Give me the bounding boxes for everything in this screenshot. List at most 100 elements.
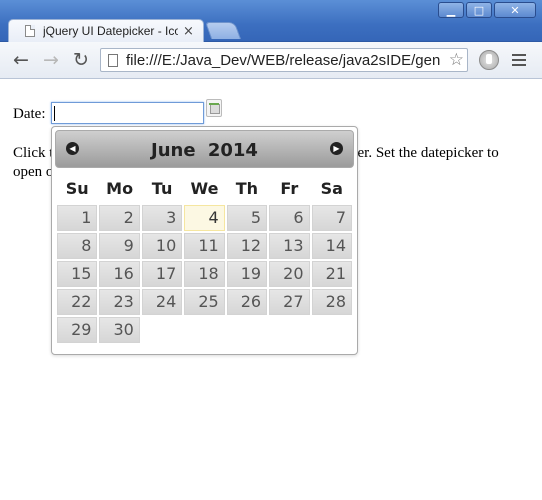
weekday-header-row: Su Mo Tu We Th Fr Sa: [57, 173, 352, 203]
window-titlebar: ▁ □ ✕ jQuery UI Datepicker - Icon ×: [0, 0, 542, 42]
calendar-cell: 14: [311, 233, 352, 259]
calendar-cell: [312, 317, 352, 343]
date-input[interactable]: [51, 102, 204, 124]
calendar-cell: 25: [184, 289, 225, 315]
page-icon: [25, 25, 35, 37]
calendar-cell: 26: [226, 289, 268, 315]
calendar-cell: 7: [311, 205, 352, 231]
calendar-cell: [269, 317, 309, 343]
calendar-day[interactable]: 1: [57, 205, 98, 231]
file-icon: [108, 53, 118, 67]
calendar-day[interactable]: 17: [141, 261, 183, 287]
calendar-day[interactable]: 25: [184, 289, 225, 315]
weekday-fr: Fr: [280, 178, 299, 198]
calendar-cell: 6: [269, 205, 310, 231]
extension-icon[interactable]: [479, 50, 499, 70]
calendar-day[interactable]: 21: [311, 261, 352, 287]
calendar-day[interactable]: 14: [311, 233, 352, 259]
calendar-week-row: 8 9 10 11 12 13 14: [57, 233, 352, 259]
calendar-cell: [227, 317, 267, 343]
calendar-day[interactable]: 22: [57, 289, 98, 315]
calendar-cell: 24: [141, 289, 183, 315]
calendar-day[interactable]: 6: [269, 205, 310, 231]
tab-title: jQuery UI Datepicker - Icon: [43, 24, 178, 38]
calendar-cell: 16: [99, 261, 140, 287]
calendar-day[interactable]: 28: [311, 289, 352, 315]
calendar-day[interactable]: 27: [269, 289, 310, 315]
calendar-day[interactable]: 24: [141, 289, 183, 315]
calendar-day[interactable]: 18: [184, 261, 225, 287]
calendar-grid: Su Mo Tu We Th Fr Sa 1 2 3 4 5 6 7 8 9 10 11 12 13 14 15 16 17…: [55, 171, 354, 345]
menu-icon[interactable]: [512, 52, 526, 68]
weekday-sa: Sa: [320, 178, 343, 198]
calendar-cell: 2: [99, 205, 140, 231]
reload-button[interactable]: ↻: [70, 49, 92, 71]
calendar-body: 1 2 3 4 5 6 7 8 9 10 11 12 13 14 15 16 17 18 19 20 21 22 23 24 2…: [57, 205, 352, 343]
calendar-day[interactable]: 26: [226, 289, 268, 315]
calendar-cell: 11: [184, 233, 225, 259]
calendar-day[interactable]: 13: [269, 233, 310, 259]
calendar-cell: 15: [57, 261, 98, 287]
calendar-cell: 22: [57, 289, 98, 315]
calendar-cell: 10: [141, 233, 183, 259]
calendar-day[interactable]: 15: [57, 261, 98, 287]
weekday-tu: Tu: [151, 178, 173, 198]
weekday-th: Th: [235, 178, 259, 198]
calendar-day[interactable]: 19: [226, 261, 268, 287]
calendar-cell: 8: [57, 233, 98, 259]
weekday-su: Su: [65, 178, 89, 198]
calendar-day[interactable]: 11: [184, 233, 225, 259]
calendar-day[interactable]: 29: [57, 317, 98, 343]
calendar-day[interactable]: 23: [99, 289, 140, 315]
datepicker-year: 2014: [207, 140, 258, 161]
browser-toolbar: ← → ↻ file:///E:/Java_Dev/WEB/release/ja…: [0, 42, 542, 79]
calendar-week-row: 29 30: [57, 317, 352, 343]
window-controls: ▁ □ ✕: [438, 2, 536, 18]
bookmark-star-icon[interactable]: ☆: [449, 50, 464, 70]
calendar-cell: 27: [269, 289, 310, 315]
datepicker-month: June: [151, 140, 196, 161]
forward-button[interactable]: →: [40, 49, 62, 71]
calendar-cell: 17: [141, 261, 183, 287]
weekday-mo: Mo: [106, 178, 134, 198]
calendar-day[interactable]: 5: [226, 205, 268, 231]
calendar-day[interactable]: 7: [311, 205, 352, 231]
calendar-cell: 19: [226, 261, 268, 287]
calendar-day-today[interactable]: 4: [184, 205, 225, 231]
calendar-week-row: 22 23 24 25 26 27 28: [57, 289, 352, 315]
calendar-trigger-icon[interactable]: [206, 99, 222, 117]
calendar-day[interactable]: 2: [99, 205, 140, 231]
datepicker-popup: ◀ June 2014 ▶ Su Mo Tu We Th Fr Sa 1 2 3 4 5 6 7 8 9 10…: [51, 126, 358, 355]
calendar-day[interactable]: 3: [141, 205, 183, 231]
tab-close-button[interactable]: ×: [183, 24, 194, 39]
minimize-button[interactable]: ▁: [438, 2, 464, 18]
calendar-week-row: 15 16 17 18 19 20 21: [57, 261, 352, 287]
calendar-day[interactable]: 20: [269, 261, 310, 287]
calendar-cell: 20: [269, 261, 310, 287]
date-label: Date:: [13, 106, 46, 122]
calendar-cell: 21: [311, 261, 352, 287]
calendar-cell: 5: [226, 205, 268, 231]
calendar-day[interactable]: 9: [99, 233, 140, 259]
calendar-day[interactable]: 12: [226, 233, 268, 259]
next-month-icon[interactable]: ▶: [330, 142, 343, 155]
weekday-we: We: [190, 178, 219, 198]
maximize-button[interactable]: □: [466, 2, 492, 18]
datepicker-title: June 2014: [56, 140, 353, 161]
close-window-button[interactable]: ✕: [494, 2, 536, 18]
calendar-day[interactable]: 8: [57, 233, 98, 259]
calendar-cell: [142, 317, 182, 343]
new-tab-button[interactable]: [204, 22, 242, 39]
calendar-day[interactable]: 30: [99, 317, 140, 343]
calendar-cell: 29: [57, 317, 98, 343]
calendar-cell: 4: [184, 205, 225, 231]
address-bar[interactable]: file:///E:/Java_Dev/WEB/release/java2sID…: [100, 48, 468, 72]
browser-tab[interactable]: jQuery UI Datepicker - Icon ×: [8, 19, 204, 42]
calendar-cell: 1: [57, 205, 98, 231]
calendar-day[interactable]: 16: [99, 261, 140, 287]
calendar-cell: 23: [99, 289, 140, 315]
calendar-cell: 18: [184, 261, 225, 287]
back-button[interactable]: ←: [10, 49, 32, 71]
calendar-day[interactable]: 10: [141, 233, 183, 259]
address-url[interactable]: file:///E:/Java_Dev/WEB/release/java2sID…: [126, 52, 446, 69]
